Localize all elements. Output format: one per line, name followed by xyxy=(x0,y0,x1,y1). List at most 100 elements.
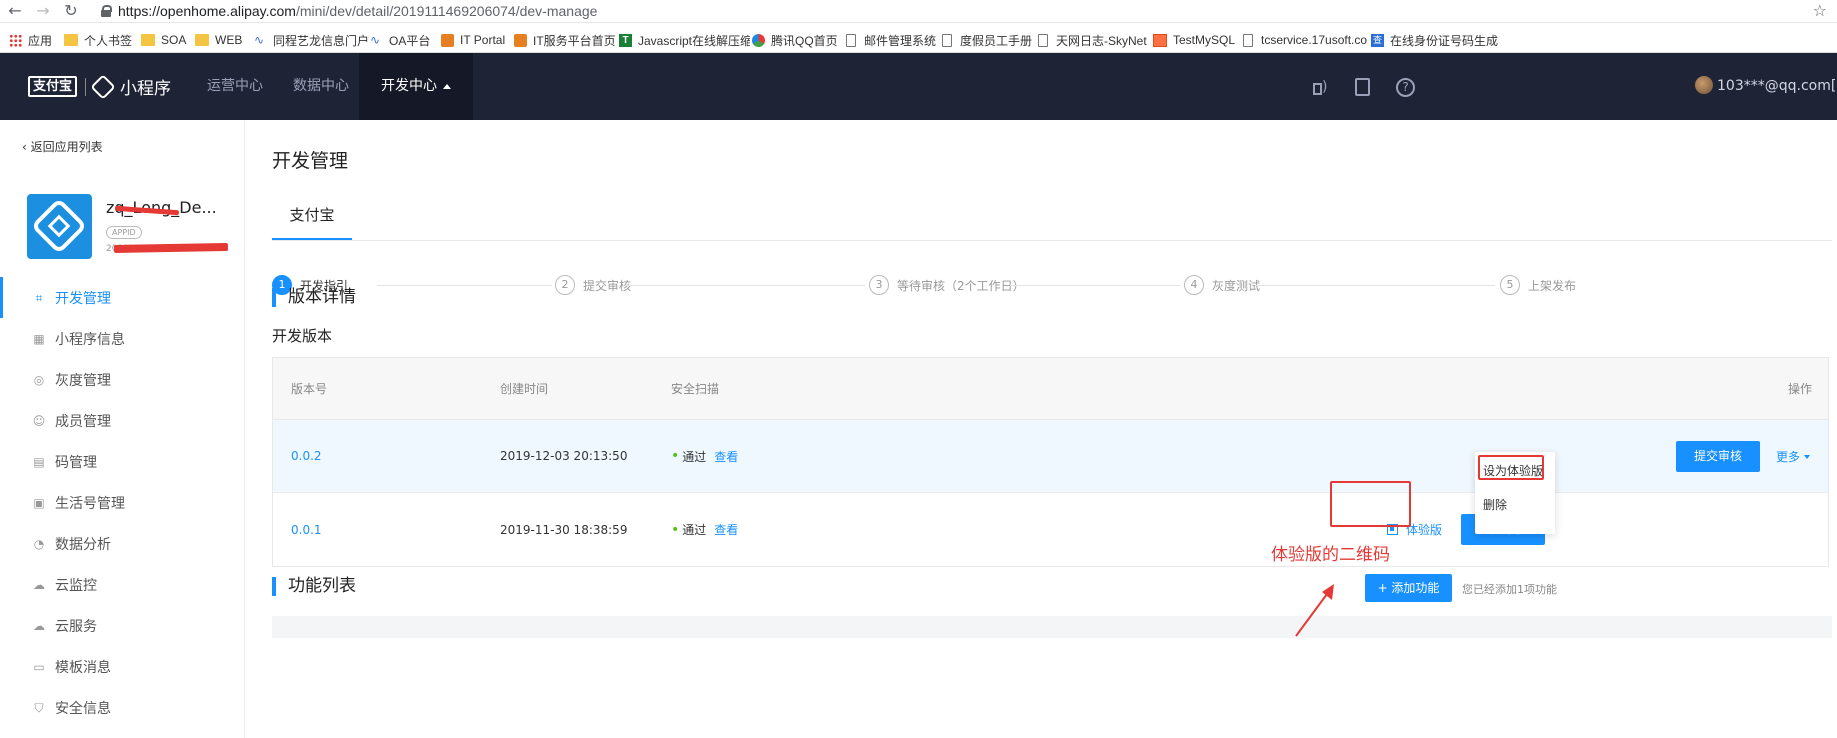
speaker-icon[interactable] xyxy=(1310,78,1330,96)
delete-option[interactable]: 删除 xyxy=(1481,492,1509,518)
bookmark-item[interactable]: 个人书签 xyxy=(64,32,132,48)
help-icon[interactable]: ? xyxy=(1396,78,1415,97)
document-icon[interactable] xyxy=(1355,78,1370,96)
more-dropdown[interactable]: 更多 xyxy=(1776,448,1810,465)
user-menu[interactable]: 103***@qq.com[三 xyxy=(1695,75,1837,95)
reload-icon[interactable]: ↻ xyxy=(62,1,80,21)
bookmark-item[interactable]: 邮件管理系统 xyxy=(846,32,936,48)
chevron-left-icon: ‹ xyxy=(22,140,31,154)
sidebar-item-dev-manage[interactable]: ⌗ 开发管理 xyxy=(0,277,245,318)
logo-divider xyxy=(85,77,87,96)
submit-review-button[interactable]: 提交审核 xyxy=(1675,440,1760,472)
bookmark-item[interactable]: ∿ OA平台 xyxy=(370,32,430,48)
step-label: 灰度测试 xyxy=(1212,278,1261,293)
tab-alipay[interactable]: 支付宝 xyxy=(272,198,352,240)
url-host: https://openhome.alipay.com xyxy=(118,3,296,19)
view-link[interactable]: 查看 xyxy=(714,448,738,465)
sidebar-item-label: 云服务 xyxy=(55,618,97,635)
alipay-logo: 支付宝 xyxy=(28,76,78,97)
profile-icon: ▣ xyxy=(33,495,45,510)
lock-icon xyxy=(101,5,112,17)
sidebar-item-analytics[interactable]: ◔ 数据分析 xyxy=(0,523,245,564)
bookmark-label: 邮件管理系统 xyxy=(864,33,937,48)
step-4: 4 灰度测试 xyxy=(1184,275,1260,295)
table-header: 版本号 创建时间 安全扫描 操作 xyxy=(273,358,1828,420)
bookmark-item[interactable]: WEB xyxy=(195,32,242,48)
apps-icon xyxy=(9,33,22,47)
bookmark-item[interactable]: 腾讯QQ首页 xyxy=(752,32,838,48)
step-2: 2 提交审核 xyxy=(555,275,631,295)
sidebar-item-security[interactable]: ⛉ 安全信息 xyxy=(0,687,245,728)
back-to-app-list[interactable]: ‹ 返回应用列表 xyxy=(22,138,103,155)
shield-icon: ⛉ xyxy=(34,700,44,715)
bookmark-label: TestMySQL xyxy=(1173,33,1236,47)
sidebar-item-grayscale[interactable]: ◎ 灰度管理 xyxy=(0,359,245,400)
nav-operations[interactable]: 运营中心 xyxy=(185,53,285,120)
sidebar-item-template-msg[interactable]: ▭ 模板消息 xyxy=(0,646,245,687)
bookmarks-bar: 应用 个人书签 SOA WEB ∿ 同程艺龙信息门户 ∿ OA平台 IT Porta… xyxy=(0,27,1837,53)
highlight-box xyxy=(1330,481,1411,527)
step-3: 3 等待审核（2个工作日） xyxy=(869,275,1025,295)
nav-development[interactable]: 开发中心 xyxy=(359,53,473,120)
version-number[interactable]: 0.0.2 xyxy=(291,420,322,492)
bookmark-item[interactable]: tcservice.17usoft.co xyxy=(1243,32,1367,48)
status-dot: • xyxy=(671,521,680,538)
step-5: 5 上架发布 xyxy=(1500,275,1576,295)
sidebar-item-members[interactable]: ☺ 成员管理 xyxy=(0,400,245,441)
url-field[interactable]: https://openhome.alipay.com/mini/dev/det… xyxy=(118,3,597,19)
bookmark-label: 应用 xyxy=(28,33,53,48)
bookmark-item[interactable]: IT Portal xyxy=(441,32,505,48)
bookmark-item[interactable]: ∿ 同程艺龙信息门户 xyxy=(254,32,369,48)
nav-data[interactable]: 数据中心 xyxy=(271,53,371,120)
feature-table-header xyxy=(272,616,1832,638)
sidebar-item-label: 数据分析 xyxy=(55,536,111,553)
sidebar-item-cloud-monitor[interactable]: ☁ 云监控 xyxy=(0,564,245,605)
appid-badge: APPID xyxy=(106,226,142,239)
app-header: 支付宝 小程序 运营中心 数据中心 开发中心 ? 103***@qq.com[三 xyxy=(0,53,1837,120)
page-icon xyxy=(942,33,952,47)
logo[interactable]: 支付宝 小程序 xyxy=(28,73,171,100)
sidebar-item-life-account[interactable]: ▣ 生活号管理 xyxy=(0,482,245,523)
bookmark-item[interactable]: SOA xyxy=(141,32,186,48)
bookmark-label: 同程艺龙信息门户 xyxy=(273,33,370,48)
bookmark-item[interactable]: 度假员工手册 xyxy=(942,32,1032,48)
col-version: 版本号 xyxy=(291,382,328,396)
sidebar-item-label: 云监控 xyxy=(55,577,97,594)
col-actions: 操作 xyxy=(1787,382,1812,396)
bookmark-label: tcservice.17usoft.co xyxy=(1261,33,1368,47)
bookmark-item[interactable]: T Javascript在线解压缩 xyxy=(619,32,750,48)
view-link[interactable]: 查看 xyxy=(714,521,738,538)
main-area: 开发管理 支付宝 1 开发指引 2 提交审核 3 等待审核（2个工作日） 4 灰度测试 … xyxy=(245,120,1837,738)
bookmark-label: 度假员工手册 xyxy=(960,33,1033,48)
back-arrow-icon[interactable]: ← xyxy=(6,1,24,21)
bookmark-label: IT服务平台首页 xyxy=(533,33,616,48)
bookmark-item[interactable]: TestMySQL xyxy=(1153,32,1235,48)
bookmark-label: 在线身份证号码生成 xyxy=(1390,33,1498,48)
bookmark-item[interactable]: IT服务平台首页 xyxy=(514,32,616,48)
redaction-scribble xyxy=(113,243,229,253)
sidebar-item-label: 生活号管理 xyxy=(55,495,125,512)
bookmark-star-icon[interactable]: ☆ xyxy=(1813,1,1827,20)
tab-divider xyxy=(272,240,1832,241)
add-feature-button[interactable]: + 添加功能 xyxy=(1365,574,1452,602)
qq-icon xyxy=(752,33,765,47)
bookmark-label: SOA xyxy=(161,33,187,47)
bookmark-item[interactable]: 天网日志-SkyNet xyxy=(1038,32,1147,48)
app-icon xyxy=(27,194,92,259)
version-number[interactable]: 0.0.1 xyxy=(291,493,322,566)
browser-address-bar: ← → ↻ https://openhome.alipay.com/mini/d… xyxy=(0,0,1837,23)
bookmark-item[interactable]: 应用 xyxy=(9,32,52,48)
sidebar-item-label: 码管理 xyxy=(55,454,97,471)
sidebar-item-miniapp-info[interactable]: ▦ 小程序信息 xyxy=(0,318,245,359)
bookmark-item[interactable]: 查在线身份证号码生成 xyxy=(1371,32,1498,48)
forward-arrow-icon[interactable]: → xyxy=(34,1,52,21)
blue-icon: 查 xyxy=(1371,33,1384,47)
sidebar-item-cloud-service[interactable]: ☁ 云服务 xyxy=(0,605,245,646)
bookmark-label: 天网日志-SkyNet xyxy=(1056,33,1147,48)
sidebar-item-label: 开发管理 xyxy=(55,290,111,307)
avatar xyxy=(1695,76,1713,94)
user-icon: ☺ xyxy=(32,413,46,428)
sidebar-item-codes[interactable]: ▤ 码管理 xyxy=(0,441,245,482)
step-number: 5 xyxy=(1500,275,1520,295)
code-icon: ⌗ xyxy=(35,290,43,305)
